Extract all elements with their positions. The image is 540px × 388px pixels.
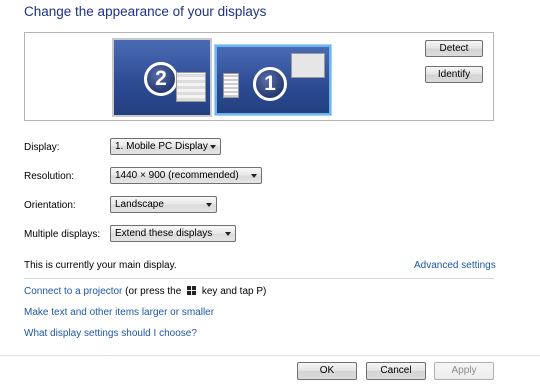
chevron-down-icon bbox=[251, 174, 257, 178]
monitor-1-window-icon bbox=[291, 53, 325, 78]
ok-button[interactable]: OK bbox=[297, 362, 357, 380]
monitor-1[interactable]: 1 bbox=[215, 45, 331, 115]
monitor-2-window-icon bbox=[176, 72, 206, 102]
monitor-1-document-icon bbox=[223, 73, 239, 98]
footer-divider bbox=[0, 355, 540, 356]
multiple-displays-select-value: Extend these displays bbox=[115, 228, 213, 239]
chevron-down-icon bbox=[210, 145, 216, 149]
projector-hint-prefix: (or press the bbox=[125, 286, 182, 297]
orientation-select-value: Landscape bbox=[115, 199, 164, 210]
main-display-status: This is currently your main display. bbox=[24, 260, 177, 271]
display-label: Display: bbox=[24, 142, 60, 153]
monitor-2[interactable]: 2 bbox=[112, 38, 212, 117]
monitor-2-number: 2 bbox=[144, 62, 178, 96]
display-select-value: 1. Mobile PC Display bbox=[115, 141, 208, 152]
advanced-settings-link[interactable]: Advanced settings bbox=[414, 260, 496, 271]
connect-projector-link[interactable]: Connect to a projector bbox=[24, 286, 122, 297]
resolution-select[interactable]: 1440 × 900 (recommended) bbox=[110, 167, 262, 184]
projector-row: Connect to a projector (or press the key… bbox=[24, 286, 266, 297]
divider bbox=[24, 278, 494, 279]
detect-button[interactable]: Detect bbox=[425, 40, 483, 57]
display-select[interactable]: 1. Mobile PC Display bbox=[110, 138, 221, 155]
display-settings-help-link[interactable]: What display settings should I choose? bbox=[24, 328, 197, 339]
multiple-displays-label: Multiple displays: bbox=[24, 229, 101, 240]
apply-button[interactable]: Apply bbox=[434, 362, 494, 380]
windows-logo-icon bbox=[187, 286, 197, 295]
resolution-select-value: 1440 × 900 (recommended) bbox=[115, 170, 239, 181]
chevron-down-icon bbox=[206, 203, 212, 207]
identify-button[interactable]: Identify bbox=[425, 66, 483, 83]
chevron-down-icon bbox=[225, 232, 231, 236]
text-size-link[interactable]: Make text and other items larger or smal… bbox=[24, 307, 214, 318]
orientation-label: Orientation: bbox=[24, 200, 76, 211]
cancel-button[interactable]: Cancel bbox=[366, 362, 426, 380]
monitor-1-number: 1 bbox=[253, 67, 287, 101]
page-title: Change the appearance of your displays bbox=[24, 4, 267, 19]
resolution-label: Resolution: bbox=[24, 171, 75, 182]
monitor-arrangement-panel: 2 1 bbox=[24, 32, 494, 121]
projector-hint-suffix: key and tap P) bbox=[201, 286, 267, 297]
multiple-displays-select[interactable]: Extend these displays bbox=[110, 225, 236, 242]
orientation-select[interactable]: Landscape bbox=[110, 196, 217, 213]
